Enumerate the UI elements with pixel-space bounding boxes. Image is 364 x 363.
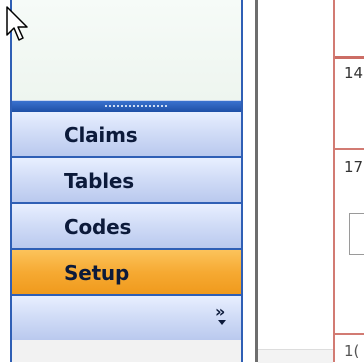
nav-button-label: Claims: [64, 123, 138, 147]
calendar-gridline: [335, 333, 364, 335]
splitter-grip-icon[interactable]: [104, 104, 168, 108]
calendar-day-number[interactable]: 17: [344, 158, 363, 176]
calendar-gridline: [335, 148, 364, 150]
nav-button-tables[interactable]: Tables: [12, 158, 241, 204]
navigation-pane: Claims Tables Codes Setup »: [0, 0, 246, 362]
nav-more-buttons[interactable]: »: [12, 296, 241, 340]
nav-button-setup[interactable]: Setup: [12, 250, 241, 296]
nav-button-codes[interactable]: Codes: [12, 204, 241, 250]
calendar-gridline: [335, 56, 364, 59]
nav-button-label: Setup: [64, 261, 130, 285]
calendar-day-number[interactable]: 1(: [344, 342, 359, 360]
mouse-pointer-icon: [6, 6, 28, 41]
navigation-folder-area: [12, 0, 241, 100]
calendar-gridline-vertical: [333, 0, 335, 362]
calendar-content-area: [258, 0, 364, 362]
calendar-day-number[interactable]: 14: [344, 64, 363, 82]
nav-border-left: [10, 0, 12, 362]
nav-button-label: Codes: [64, 215, 132, 239]
calendar-entry-box[interactable]: [349, 213, 364, 255]
nav-border-right: [241, 0, 243, 362]
nav-button-claims[interactable]: Claims: [12, 112, 241, 158]
nav-button-label: Tables: [64, 169, 135, 193]
horizontal-scrollbar[interactable]: [258, 349, 333, 363]
navigation-footer: [12, 340, 241, 362]
navigation-splitter[interactable]: [12, 100, 241, 112]
chevrons-right-icon[interactable]: »: [215, 304, 225, 320]
caret-down-icon[interactable]: [218, 320, 226, 325]
